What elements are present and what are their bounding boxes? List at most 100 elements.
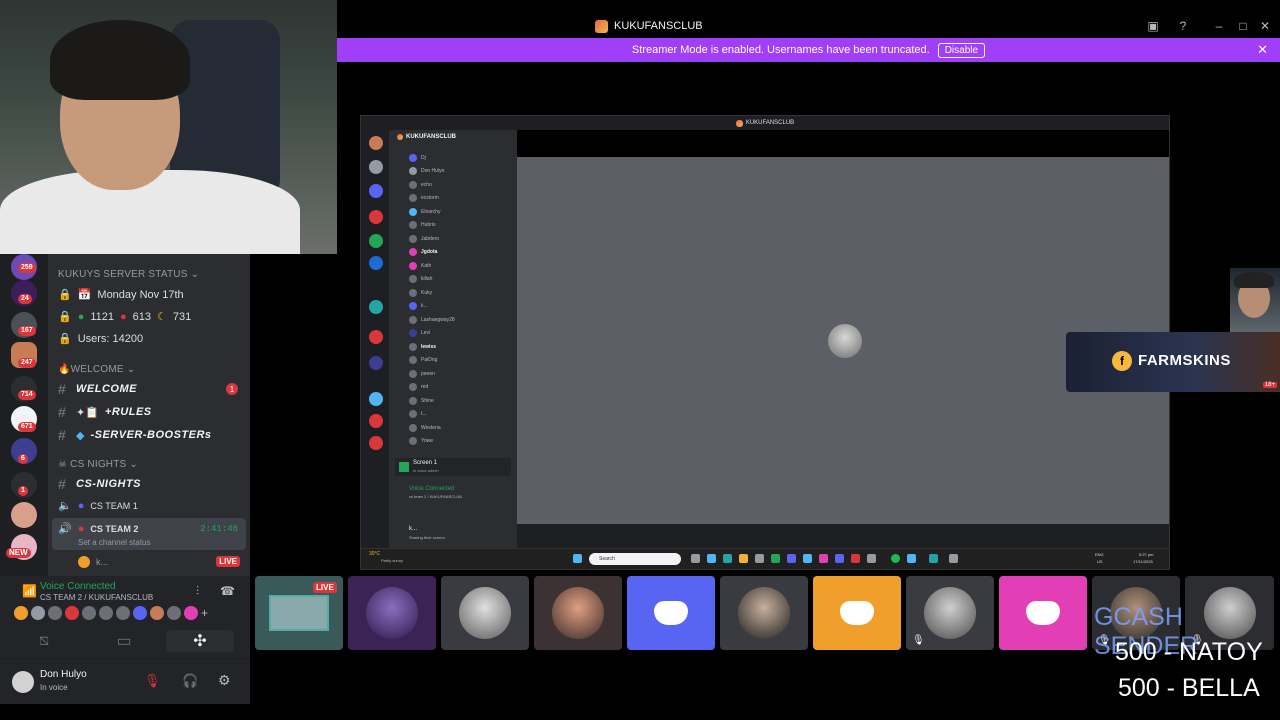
disable-streamer-mode-button[interactable]: Disable — [937, 42, 986, 58]
secondary-webcam — [1230, 268, 1280, 332]
channel-boosters[interactable]: # ◆ -SERVER-BOOSTERs — [58, 427, 212, 443]
category-welcome[interactable]: 🔥WELCOME ⌄ — [58, 364, 135, 375]
shared-voice-channel: cs team 2 / KUKUFANSCLUB — [409, 494, 462, 499]
participant-tile[interactable] — [999, 576, 1087, 650]
avatar[interactable] — [99, 606, 113, 620]
taskbar-app-icon — [819, 554, 828, 563]
call-timer: 2:41:46 — [200, 524, 238, 534]
mention-badge: 714 — [18, 390, 36, 400]
channel-date[interactable]: 🔒 📅 Monday Nov 17th — [58, 288, 184, 302]
avatar[interactable] — [12, 671, 34, 693]
shared-video-stage — [517, 130, 1169, 524]
avatar[interactable] — [150, 606, 164, 620]
maximize-button[interactable]: □ — [1235, 18, 1251, 34]
server-icon[interactable] — [11, 502, 37, 528]
avatar — [409, 410, 417, 418]
hash-icon: # — [58, 427, 66, 443]
avatar — [409, 356, 417, 364]
app-titlebar: KUKUFANSCLUB ▣ ? – □ ✕ — [337, 14, 1280, 38]
help-icon[interactable]: ? — [1175, 18, 1191, 34]
participant-tile[interactable] — [720, 576, 808, 650]
taskbar-app-icon — [851, 554, 860, 563]
scroll-icon: ✦📋 — [76, 406, 99, 419]
discord-logo-icon — [654, 601, 688, 625]
close-window-button[interactable]: ✕ — [1257, 18, 1273, 34]
channel-cs-nights[interactable]: # CS-NIGHTS — [58, 476, 141, 492]
avatar[interactable] — [48, 606, 62, 620]
channel-label: -SERVER-BOOSTERs — [90, 429, 212, 441]
lock-icon: 🔒 — [58, 333, 72, 345]
member-name: t... — [421, 411, 427, 417]
mic-muted-icon[interactable]: 🎙 — [144, 673, 161, 689]
avatar — [409, 370, 417, 378]
participant-tile[interactable] — [534, 576, 622, 650]
headphones-icon[interactable]: 🎧 — [182, 673, 198, 689]
avatar[interactable] — [65, 606, 79, 620]
avatar[interactable] — [167, 606, 181, 620]
close-icon[interactable]: ✕ — [1257, 42, 1268, 58]
avatar[interactable] — [31, 606, 45, 620]
channel-status-prompt[interactable]: Set a channel status — [78, 538, 151, 547]
voice-channel-team2[interactable]: 🔊 ● CS TEAM 2 — [58, 522, 138, 536]
member-row: killah — [409, 275, 432, 283]
noise-suppression-icon[interactable]: ⫶ — [196, 584, 199, 599]
voice-channel-path[interactable]: CS TEAM 2 / KUKUFANSCLUB — [40, 593, 153, 602]
server-logo-icon — [595, 19, 608, 33]
server-icon — [369, 356, 383, 370]
member-name: lewiss — [421, 344, 437, 350]
avatar — [552, 587, 604, 639]
server-icon — [369, 300, 383, 314]
shared-title-text: KUKUFANSCLUB — [745, 120, 795, 126]
member-row: Elnarchy — [409, 208, 440, 216]
avatar[interactable] — [116, 606, 130, 620]
username: Don Hulyo — [40, 669, 87, 680]
category-cs-nights[interactable]: ☠ CS NIGHTS ⌄ — [58, 459, 138, 470]
camera-off-button[interactable]: ⧅ — [10, 630, 78, 652]
mention-badge: 6 — [18, 454, 28, 464]
channel-welcome[interactable]: # WELCOME — [58, 381, 137, 397]
discord-logo-icon — [1026, 601, 1060, 625]
participant-tile[interactable]: 🎙 — [906, 576, 994, 650]
category-server-status[interactable]: KUKUYS SERVER STATUS ⌄ — [58, 269, 199, 280]
discord-sidebar: 259 24 167 247 714 671 6 1 NEW KUKUYS SE… — [0, 254, 250, 704]
participant-tile[interactable] — [813, 576, 901, 650]
disconnect-icon[interactable]: ☎ — [220, 584, 235, 598]
avatar — [409, 167, 417, 175]
screen-icon — [399, 462, 409, 472]
channel-users[interactable]: 🔒 Users: 14200 — [58, 332, 143, 346]
voice-member[interactable]: k... — [78, 556, 108, 568]
participant-tile[interactable] — [441, 576, 529, 650]
add-icon[interactable]: + — [201, 606, 208, 620]
avatar[interactable] — [133, 606, 147, 620]
taskbar-app-icon — [907, 554, 916, 563]
member-name: peeen — [421, 371, 435, 377]
signal-icon: 📶 — [22, 584, 37, 598]
person-hair — [50, 20, 190, 100]
inbox-icon[interactable]: ▣ — [1145, 18, 1161, 34]
avatar — [409, 235, 417, 243]
minimize-button[interactable]: – — [1211, 18, 1227, 34]
member-row: PaiDng — [409, 356, 437, 364]
member-row: lewiss — [409, 343, 436, 351]
mention-badge: 671 — [18, 422, 36, 432]
donation-entry: 500 - BELLA — [1118, 674, 1260, 702]
screen-share-button[interactable]: ▭ — [90, 630, 158, 652]
participant-tile[interactable] — [627, 576, 715, 650]
voice-channel-team1[interactable]: 🔈 ● CS TEAM 1 — [58, 499, 138, 513]
participant-tile[interactable] — [348, 576, 436, 650]
avatar[interactable] — [14, 606, 28, 620]
avatar — [409, 424, 417, 432]
channel-rules[interactable]: # ✦📋 +RULES — [58, 404, 152, 420]
channel-member-counts[interactable]: 🔒 ● 1121 ● 613 ☾ 731 — [58, 310, 191, 324]
member-name: Levi — [421, 330, 431, 336]
banner-text: Streamer Mode is enabled. Usernames have… — [631, 44, 930, 56]
shared-server-rail — [361, 130, 389, 562]
member-name: red — [421, 384, 429, 390]
avatar[interactable] — [184, 606, 198, 620]
avatar — [409, 437, 417, 445]
member-name: Don Hulyo — [421, 168, 445, 174]
gear-icon[interactable]: ⚙ — [218, 672, 231, 689]
activities-button[interactable]: ✣ — [166, 630, 234, 652]
avatar[interactable] — [82, 606, 96, 620]
shared-member-list: KUKUFANSCLUB Dj Don Hulyo echo ecstorm E… — [389, 130, 517, 562]
